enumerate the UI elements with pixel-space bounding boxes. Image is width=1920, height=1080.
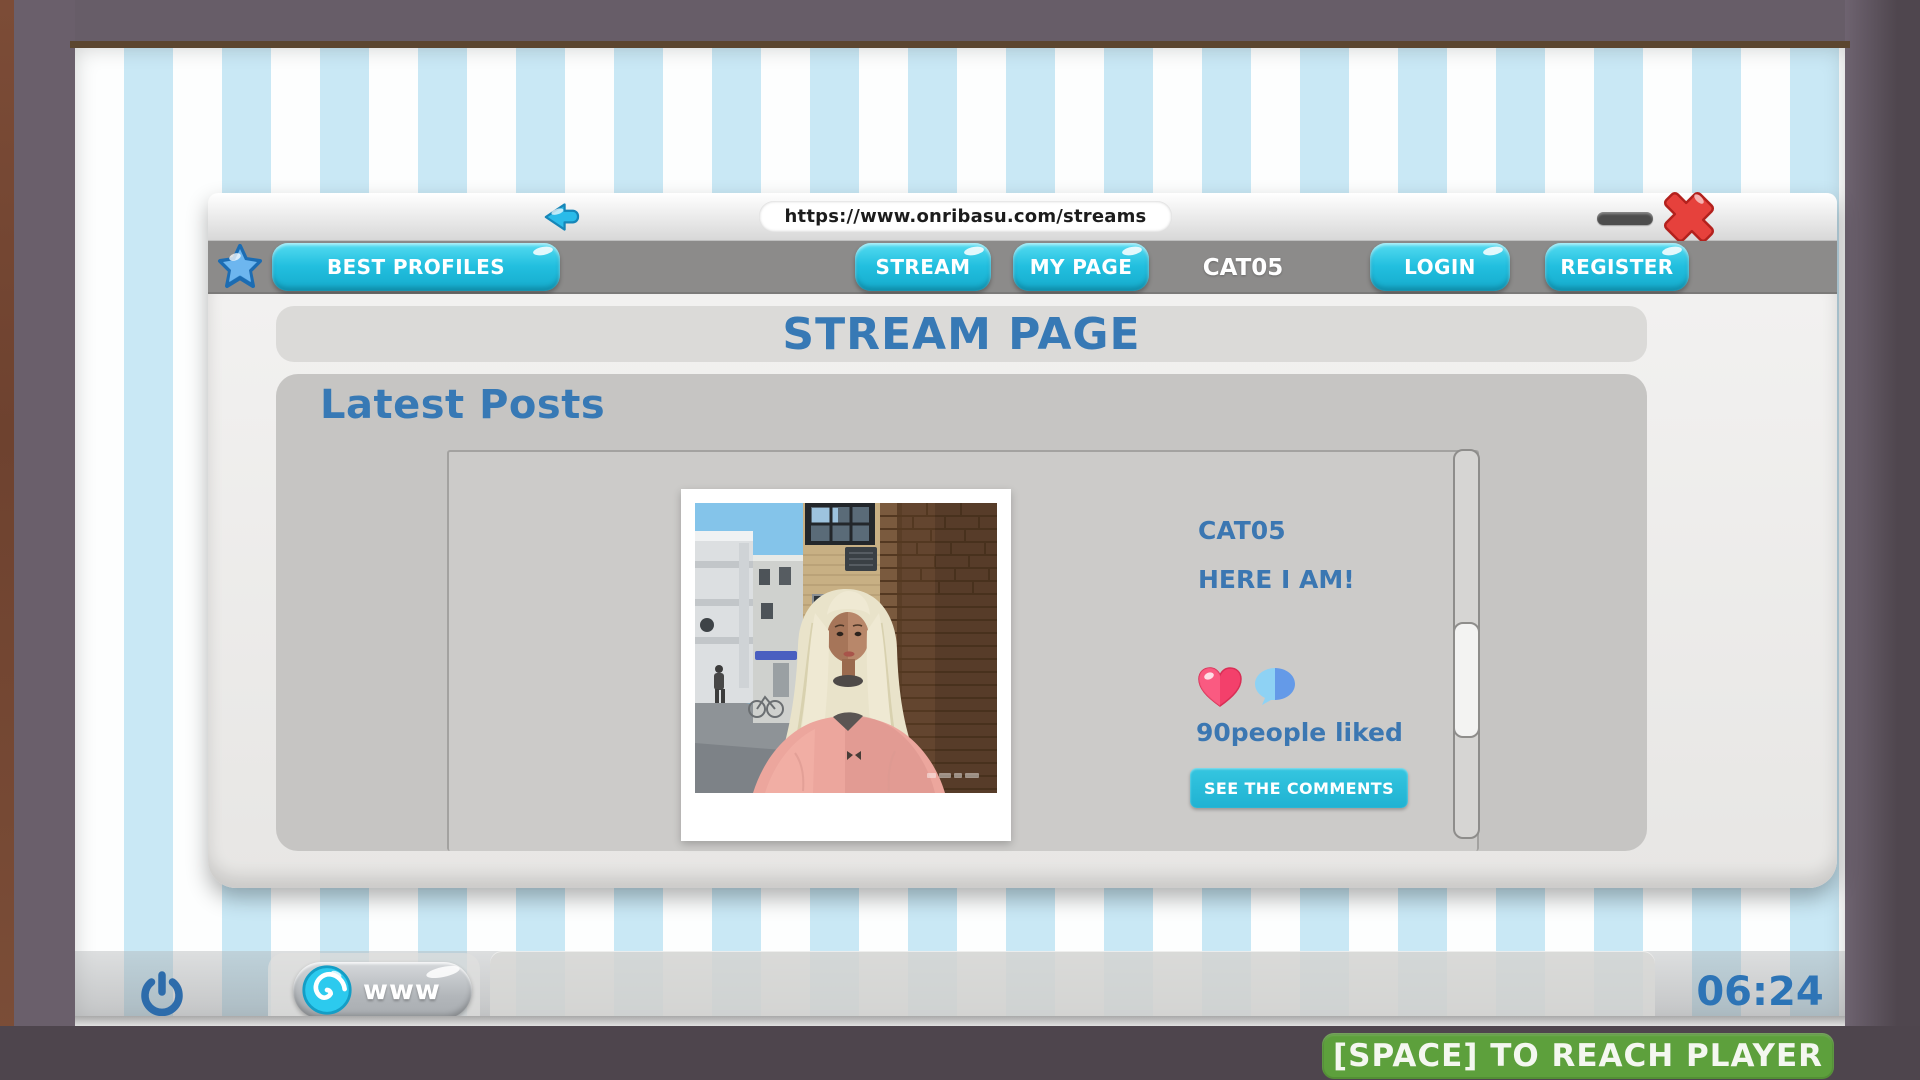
monitor-bezel-right <box>1845 0 1920 1080</box>
post-author: CAT05 <box>1198 516 1286 545</box>
best-profiles-button[interactable]: BEST PROFILES <box>272 243 560 291</box>
clock: 06:24 <box>1680 969 1840 1015</box>
browser-window: https://www.onribasu.com/streams <box>208 193 1837 888</box>
monitor-bezel-inner-edge <box>70 41 1850 48</box>
www-label: www <box>363 975 441 1006</box>
spiral-www-icon <box>301 964 353 1016</box>
close-icon[interactable] <box>1656 185 1722 249</box>
post-photo <box>681 489 1011 841</box>
browser-navbar: BEST PROFILES STREAM MY PAGE CAT05 LOGIN… <box>208 241 1837 294</box>
register-button[interactable]: REGISTER <box>1545 243 1689 291</box>
minimize-icon[interactable] <box>1597 212 1653 225</box>
browser-titlebar: https://www.onribasu.com/streams <box>208 193 1837 241</box>
heart-icon[interactable] <box>1196 666 1244 710</box>
latest-posts-panel: Latest Posts <box>276 374 1647 851</box>
monitor-bezel-left <box>14 0 75 1080</box>
my-page-button[interactable]: MY PAGE <box>1013 243 1149 291</box>
page-title: STREAM PAGE <box>782 309 1140 360</box>
page-content: STREAM PAGE Latest Posts <box>208 294 1837 888</box>
post-message: HERE I AM! <box>1198 565 1355 594</box>
login-button[interactable]: LOGIN <box>1370 243 1510 291</box>
computer-screen: https://www.onribasu.com/streams <box>75 48 1845 1026</box>
stream-button[interactable]: STREAM <box>855 243 991 291</box>
comment-bubble-icon[interactable] <box>1252 666 1298 708</box>
back-arrow-icon[interactable] <box>536 200 586 234</box>
space-key-prompt: [SPACE] TO REACH PLAYER <box>1322 1033 1834 1079</box>
username-label: CAT05 <box>1168 241 1318 294</box>
power-icon[interactable] <box>138 970 186 1018</box>
screen-bottom-edge <box>75 1016 1845 1026</box>
star-icon[interactable] <box>216 242 264 292</box>
page-title-pill: STREAM PAGE <box>276 306 1647 362</box>
background-brick-edge <box>0 0 14 1080</box>
taskbar-panel <box>490 951 1655 1026</box>
url-bar[interactable]: https://www.onribasu.com/streams <box>759 201 1172 232</box>
post-likes: 90people liked <box>1196 718 1403 747</box>
section-title: Latest Posts <box>320 382 605 428</box>
see-comments-button[interactable]: SEE THE COMMENTS <box>1190 768 1408 808</box>
scrollbar-thumb[interactable] <box>1453 622 1480 738</box>
www-browser-button[interactable]: www <box>293 962 472 1019</box>
